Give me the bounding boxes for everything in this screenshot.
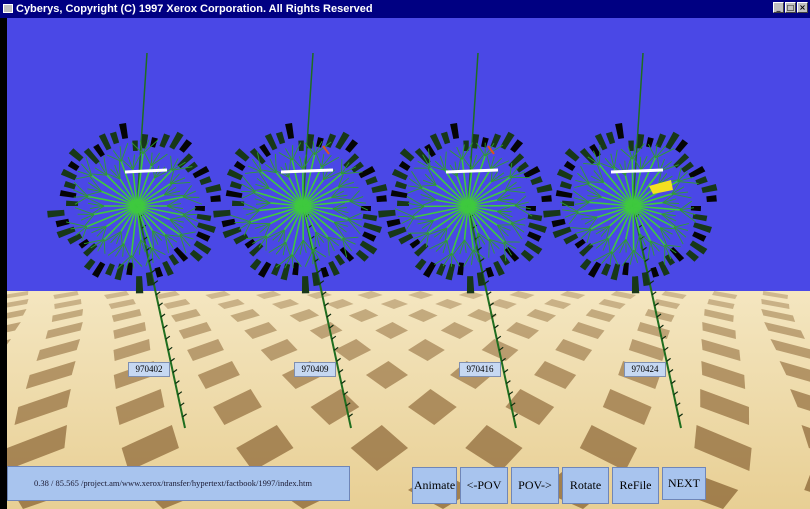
window-title-bar: Cyberys, Copyright (C) 1997 Xerox Corpor… bbox=[0, 0, 810, 18]
cone-trees[interactable] bbox=[7, 18, 810, 509]
tree-label-2[interactable]: 970409 bbox=[294, 362, 336, 377]
3d-viewport[interactable]: 970402 970409 970416 970424 bbox=[7, 18, 810, 509]
animate-button[interactable]: Animate bbox=[412, 467, 457, 504]
refile-button[interactable]: ReFile bbox=[612, 467, 659, 504]
close-icon[interactable]: × bbox=[797, 2, 808, 13]
next-button[interactable]: NEXT bbox=[662, 467, 706, 500]
tree-label-1[interactable]: 970402 bbox=[128, 362, 170, 377]
status-url-field: 0.38 / 85.565 /project.am/www.xerox/tran… bbox=[7, 466, 350, 501]
rotate-button[interactable]: Rotate bbox=[562, 467, 609, 504]
pov-back-button[interactable]: <-POV bbox=[460, 467, 508, 504]
window-title: Cyberys, Copyright (C) 1997 Xerox Corpor… bbox=[16, 3, 373, 15]
tree-label-4[interactable]: 970424 bbox=[624, 362, 666, 377]
minimize-icon[interactable]: _ bbox=[773, 2, 784, 13]
window-controls: _ □ × bbox=[772, 2, 808, 16]
pov-forward-button[interactable]: POV-> bbox=[511, 467, 559, 504]
tree-label-3[interactable]: 970416 bbox=[459, 362, 501, 377]
maximize-icon[interactable]: □ bbox=[785, 2, 796, 13]
app-icon bbox=[3, 4, 13, 13]
